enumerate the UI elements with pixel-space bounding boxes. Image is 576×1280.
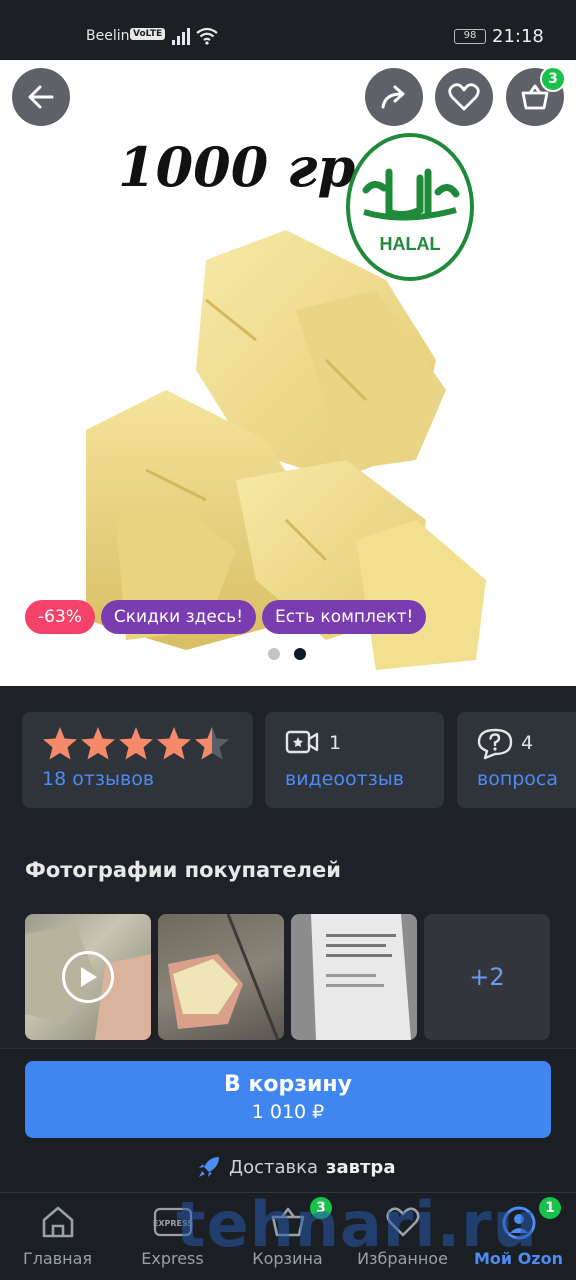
video-reviews-link[interactable]: видеоотзыв <box>285 768 404 790</box>
nav-favorites-label: Избранное <box>357 1249 448 1268</box>
video-count: 1 <box>329 732 342 754</box>
add-to-cart-label: В корзину <box>224 1072 352 1097</box>
star-icon <box>119 727 153 760</box>
rating-stars <box>43 727 229 760</box>
product-gallery[interactable]: 1000 гр HALAL 3 -63% Скидки здесь! Есть … <box>0 60 576 686</box>
heart-icon <box>448 83 480 111</box>
nav-cart[interactable]: 3 Корзина <box>230 1193 345 1280</box>
volte-indicator: VoLTE <box>130 28 166 40</box>
more-photos-count: +2 <box>469 963 505 991</box>
questions-link[interactable]: вопроса <box>477 768 558 790</box>
express-icon: EXPRESS <box>153 1207 193 1237</box>
nav-home[interactable]: Главная <box>0 1193 115 1280</box>
rocket-icon <box>199 1157 219 1177</box>
add-to-cart-button[interactable]: В корзину 1 010 ₽ <box>25 1061 551 1138</box>
battery-icon: 98 <box>454 29 486 44</box>
nav-my-ozon-badge: 1 <box>537 1195 563 1221</box>
star-icon <box>43 727 77 760</box>
arrow-left-icon <box>28 85 54 109</box>
star-icon <box>81 727 115 760</box>
price: 1 010 ₽ <box>251 1101 325 1123</box>
bundle-badge[interactable]: Есть комплект! <box>262 600 427 634</box>
customer-photo[interactable] <box>158 914 284 1040</box>
purchase-panel: В корзину 1 010 ₽ Доставка завтра <box>0 1048 576 1192</box>
share-icon <box>381 85 405 109</box>
star-icon <box>157 727 191 760</box>
questions-card[interactable]: 4 вопроса <box>457 712 576 808</box>
wifi-icon <box>196 27 218 45</box>
nav-home-label: Главная <box>22 1249 93 1268</box>
delivery-prefix: Доставка <box>229 1156 318 1178</box>
delivery-day: завтра <box>326 1156 396 1178</box>
discount-badge: -63% <box>25 600 95 634</box>
cart-button[interactable]: 3 <box>506 66 566 126</box>
product-badges: -63% Скидки здесь! Есть комплект! <box>25 600 427 634</box>
questions-count: 4 <box>521 732 534 754</box>
star-half-icon <box>195 727 229 760</box>
customer-photo[interactable] <box>291 914 417 1040</box>
share-button[interactable] <box>365 68 423 126</box>
pagination-dot[interactable] <box>268 648 280 660</box>
nav-favorites[interactable]: Избранное <box>345 1193 460 1280</box>
play-icon[interactable] <box>62 951 114 1003</box>
pagination-dot-active[interactable] <box>294 648 306 660</box>
sale-badge[interactable]: Скидки здесь! <box>100 600 257 634</box>
nav-my-ozon-label: Мой Ozon <box>474 1249 563 1268</box>
thumbnail-image <box>311 914 411 1040</box>
customer-video-thumbnail[interactable] <box>25 914 151 1040</box>
nav-express-label: Express <box>141 1249 204 1268</box>
favorite-button[interactable] <box>435 68 493 126</box>
nav-cart-badge: 3 <box>308 1195 334 1221</box>
customer-photos-title: Фотографии покупателей <box>25 858 341 882</box>
bottom-navigation: Главная EXPRESS Express 3 Корзина Избран… <box>0 1192 576 1280</box>
nav-cart-label: Корзина <box>252 1249 323 1268</box>
reviews-link[interactable]: 18 отзывов <box>42 768 154 790</box>
thumbnail-image <box>168 914 280 1040</box>
basket-icon <box>271 1207 304 1237</box>
customer-photos-strip: +2 <box>25 914 550 1040</box>
rating-card[interactable]: 18 отзывов <box>22 712 253 808</box>
product-weight-label: 1000 гр <box>118 135 356 199</box>
profile-icon <box>502 1206 535 1240</box>
nav-my-ozon[interactable]: 1 Мой Ozon <box>461 1193 576 1280</box>
video-camera-icon <box>285 730 319 754</box>
signal-icon <box>172 28 190 45</box>
home-icon <box>42 1206 73 1238</box>
question-bubble-icon <box>477 728 513 760</box>
more-photos-tile[interactable]: +2 <box>424 914 550 1040</box>
express-icon-text: EXPRESS <box>153 1219 193 1228</box>
cart-count-badge: 3 <box>540 66 566 92</box>
delivery-info: Доставка завтра <box>197 1155 395 1179</box>
status-bar: Beeline VoLTE 98 21:18 <box>0 0 576 60</box>
video-reviews-card[interactable]: 1 видеоотзыв <box>265 712 444 808</box>
gallery-pagination <box>268 648 306 660</box>
heart-icon <box>385 1207 420 1237</box>
back-button[interactable] <box>12 68 70 126</box>
nav-express[interactable]: EXPRESS Express <box>115 1193 230 1280</box>
clock: 21:18 <box>492 26 544 47</box>
